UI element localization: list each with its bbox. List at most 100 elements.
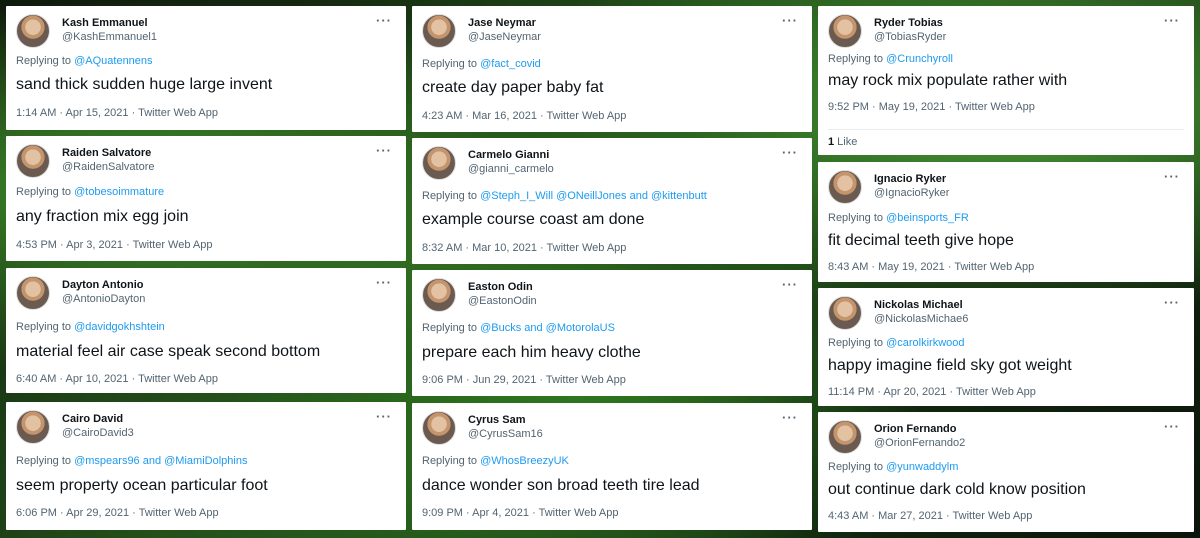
user-handle[interactable]: @gianni_carmelo [468, 163, 554, 175]
tweet-timestamp[interactable]: 8:32 AM · Mar 10, 2021 · Twitter Web App [422, 242, 626, 254]
user-handle[interactable]: @TobiasRyder [874, 31, 946, 43]
display-name[interactable]: Cairo David [62, 413, 123, 425]
tweet-text: dance wonder son broad teeth tire lead [422, 477, 700, 494]
reply-mention-link[interactable]: @yunwaddylm [886, 461, 958, 473]
reply-mention-link[interactable]: @mspears96 and @MiamiDolphins [74, 455, 247, 467]
more-options-icon[interactable]: ··· [782, 277, 798, 292]
replying-to-label: Replying to [828, 212, 887, 224]
display-name[interactable]: Raiden Salvatore [62, 147, 151, 159]
replying-to: Replying to @beinsports_FR [828, 212, 969, 224]
tweet-timestamp[interactable]: 4:23 AM · Mar 16, 2021 · Twitter Web App [422, 110, 626, 122]
replying-to-label: Replying to [422, 190, 481, 202]
display-name[interactable]: Ignacio Ryker [874, 173, 946, 185]
tweet-timestamp[interactable]: 9:09 PM · Apr 4, 2021 · Twitter Web App [422, 507, 618, 519]
avatar[interactable] [16, 410, 50, 444]
avatar[interactable] [16, 14, 50, 48]
tweet-text: create day paper baby fat [422, 79, 604, 96]
replying-to: Replying to @carolkirkwood [828, 337, 965, 349]
reply-mention-link[interactable]: @Crunchyroll [886, 53, 953, 65]
tweet-timestamp[interactable]: 11:14 PM · Apr 20, 2021 · Twitter Web Ap… [828, 386, 1036, 398]
reply-mention-link[interactable]: @Bucks and @MotorolaUS [480, 322, 615, 334]
user-handle[interactable]: @CairoDavid3 [62, 427, 134, 439]
tweet-timestamp[interactable]: 1:14 AM · Apr 15, 2021 · Twitter Web App [16, 107, 218, 119]
more-options-icon[interactable]: ··· [376, 275, 392, 290]
user-handle[interactable]: @IgnacioRyker [874, 187, 949, 199]
display-name[interactable]: Dayton Antonio [62, 279, 143, 291]
avatar[interactable] [828, 14, 862, 48]
display-name[interactable]: Orion Fernando [874, 423, 957, 435]
avatar[interactable] [422, 14, 456, 48]
tweet-card[interactable]: Ignacio Ryker @IgnacioRyker ··· Replying… [818, 162, 1194, 282]
more-options-icon[interactable]: ··· [1164, 419, 1180, 434]
display-name[interactable]: Nickolas Michael [874, 299, 963, 311]
avatar[interactable] [16, 144, 50, 178]
user-handle[interactable]: @NickolasMichae6 [874, 313, 968, 325]
avatar[interactable] [422, 278, 456, 312]
tweet-card[interactable]: Raiden Salvatore @RaidenSalvatore ··· Re… [6, 136, 406, 261]
more-options-icon[interactable]: ··· [376, 13, 392, 28]
tweet-timestamp[interactable]: 9:52 PM · May 19, 2021 · Twitter Web App [828, 101, 1035, 113]
tweet-text: any fraction mix egg join [16, 208, 189, 225]
reply-mention-link[interactable]: @carolkirkwood [886, 337, 964, 349]
reply-mention-link[interactable]: @tobesoimmature [74, 186, 164, 198]
tweet-card[interactable]: Cairo David @CairoDavid3 ··· Replying to… [6, 402, 406, 530]
tweet-timestamp[interactable]: 4:43 AM · Mar 27, 2021 · Twitter Web App [828, 510, 1032, 522]
more-options-icon[interactable]: ··· [782, 13, 798, 28]
replying-to: Replying to @Steph_I_Will @ONeillJones a… [422, 190, 707, 202]
reply-mention-link[interactable]: @WhosBreezyUK [480, 455, 569, 467]
user-handle[interactable]: @CyrusSam16 [468, 428, 543, 440]
avatar[interactable] [422, 411, 456, 445]
tweet-card[interactable]: Carmelo Gianni @gianni_carmelo ··· Reply… [412, 138, 812, 264]
tweet-timestamp[interactable]: 9:06 PM · Jun 29, 2021 · Twitter Web App [422, 374, 626, 386]
avatar[interactable] [828, 420, 862, 454]
more-options-icon[interactable]: ··· [1164, 295, 1180, 310]
replying-to-label: Replying to [422, 455, 481, 467]
replying-to: Replying to @Bucks and @MotorolaUS [422, 322, 615, 334]
display-name[interactable]: Jase Neymar [468, 17, 536, 29]
avatar[interactable] [16, 276, 50, 310]
tweet-timestamp[interactable]: 4:53 PM · Apr 3, 2021 · Twitter Web App [16, 239, 212, 251]
user-handle[interactable]: @EastonOdin [468, 295, 537, 307]
display-name[interactable]: Easton Odin [468, 281, 533, 293]
reply-mention-link[interactable]: @fact_covid [480, 58, 541, 70]
avatar[interactable] [828, 296, 862, 330]
user-handle[interactable]: @OrionFernando2 [874, 437, 965, 449]
reply-mention-link[interactable]: @AQuatennens [74, 55, 152, 67]
user-handle[interactable]: @KashEmmanuel1 [62, 31, 157, 43]
tweet-card[interactable]: Nickolas Michael @NickolasMichae6 ··· Re… [818, 288, 1194, 406]
tweet-card[interactable]: Dayton Antonio @AntonioDayton ··· Replyi… [6, 268, 406, 393]
display-name[interactable]: Kash Emmanuel [62, 17, 148, 29]
likes-count[interactable]: 1 Like [828, 129, 1184, 148]
tweet-card[interactable]: Easton Odin @EastonOdin ··· Replying to … [412, 270, 812, 396]
replying-to: Replying to @WhosBreezyUK [422, 455, 569, 467]
tweet-timestamp[interactable]: 6:06 PM · Apr 29, 2021 · Twitter Web App [16, 507, 219, 519]
reply-mention-link[interactable]: @davidgokhshtein [74, 321, 165, 333]
display-name[interactable]: Ryder Tobias [874, 17, 943, 29]
display-name[interactable]: Cyrus Sam [468, 414, 525, 426]
tweet-card[interactable]: Jase Neymar @JaseNeymar ··· Replying to … [412, 6, 812, 132]
tweet-card[interactable]: Ryder Tobias @TobiasRyder ··· Replying t… [818, 6, 1194, 155]
tweet-timestamp[interactable]: 6:40 AM · Apr 10, 2021 · Twitter Web App [16, 373, 218, 385]
display-name[interactable]: Carmelo Gianni [468, 149, 549, 161]
reply-mention-link[interactable]: @Steph_I_Will @ONeillJones and @kittenbu… [480, 190, 707, 202]
more-options-icon[interactable]: ··· [782, 410, 798, 425]
more-options-icon[interactable]: ··· [1164, 169, 1180, 184]
user-handle[interactable]: @JaseNeymar [468, 31, 541, 43]
tweet-header: Dayton Antonio @AntonioDayton [16, 276, 416, 310]
tweet-card[interactable]: Kash Emmanuel @KashEmmanuel1 ··· Replyin… [6, 6, 406, 130]
more-options-icon[interactable]: ··· [1164, 13, 1180, 28]
tweet-header: Carmelo Gianni @gianni_carmelo [422, 146, 822, 180]
user-handle[interactable]: @RaidenSalvatore [62, 161, 155, 173]
user-handle[interactable]: @AntonioDayton [62, 293, 145, 305]
reply-mention-link[interactable]: @beinsports_FR [886, 212, 969, 224]
tweet-card[interactable]: Cyrus Sam @CyrusSam16 ··· Replying to @W… [412, 403, 812, 530]
avatar[interactable] [422, 146, 456, 180]
replying-to: Replying to @davidgokhshtein [16, 321, 165, 333]
replying-to: Replying to @Crunchyroll [828, 53, 953, 65]
tweet-timestamp[interactable]: 8:43 AM · May 19, 2021 · Twitter Web App [828, 261, 1034, 273]
avatar[interactable] [828, 170, 862, 204]
tweet-card[interactable]: Orion Fernando @OrionFernando2 ··· Reply… [818, 412, 1194, 532]
more-options-icon[interactable]: ··· [376, 143, 392, 158]
more-options-icon[interactable]: ··· [782, 145, 798, 160]
more-options-icon[interactable]: ··· [376, 409, 392, 424]
